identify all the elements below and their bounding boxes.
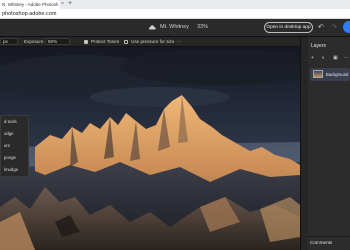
image-icon[interactable]: ▣: [333, 55, 338, 61]
more-options-icon[interactable]: ···: [177, 39, 182, 44]
panel-icon-strip: [300, 37, 308, 250]
pressure-checkbox[interactable]: [124, 39, 128, 44]
document-name[interactable]: Mt. Whitney: [160, 24, 189, 30]
zoom-level[interactable]: 33%: [197, 24, 208, 30]
cloud-icon: [148, 25, 156, 30]
tool-flyout-menu: d tools odge urn ponge lmudge: [0, 115, 29, 177]
close-icon[interactable]: ×: [61, 1, 64, 7]
canvas[interactable]: [0, 47, 300, 250]
open-in-desktop-button[interactable]: Open in desktop app: [264, 22, 313, 33]
browser-tab-title: N. Whitney - Adobe Photosh: [2, 2, 59, 7]
mountain-photo: [0, 47, 300, 250]
adjustment-icon[interactable]: ◐: [322, 55, 325, 61]
browser-tab[interactable]: N. Whitney - Adobe Photosh: [0, 0, 60, 9]
protect-tones-label: Protect Tones: [91, 38, 120, 44]
flyout-item[interactable]: urn: [4, 143, 10, 148]
flyout-item[interactable]: lmudge: [4, 167, 18, 172]
exposure-field[interactable]: 50%: [45, 38, 70, 45]
avatar[interactable]: [343, 21, 350, 33]
undo-icon[interactable]: ↶: [318, 23, 324, 31]
flyout-item[interactable]: d tools: [4, 119, 17, 124]
exposure-label: Exposure: [24, 38, 44, 44]
flyout-item[interactable]: ponge: [4, 155, 16, 160]
redo-icon[interactable]: ↷: [331, 23, 337, 31]
flyout-item[interactable]: odge: [4, 131, 14, 136]
url-text: photoshop.adobe.com: [2, 11, 57, 17]
new-tab-icon[interactable]: +: [68, 0, 72, 7]
comments-tab[interactable]: Comments: [310, 240, 332, 245]
browser-tabbar: N. Whitney - Adobe Photosh × +: [0, 0, 350, 9]
protect-tones-checkbox[interactable]: [84, 39, 88, 44]
more-icon[interactable]: ⋯: [344, 55, 349, 61]
panel-divider: [308, 236, 350, 237]
layers-panel-title: Layers: [311, 43, 327, 49]
pressure-label: Use pressure for size: [131, 38, 175, 44]
address-bar[interactable]: photoshop.adobe.com: [0, 9, 350, 19]
layer-name: Background: [326, 72, 349, 77]
add-layer-icon[interactable]: +: [311, 55, 314, 61]
size-field[interactable]: px: [0, 38, 18, 45]
layer-thumbnail: [313, 70, 323, 78]
